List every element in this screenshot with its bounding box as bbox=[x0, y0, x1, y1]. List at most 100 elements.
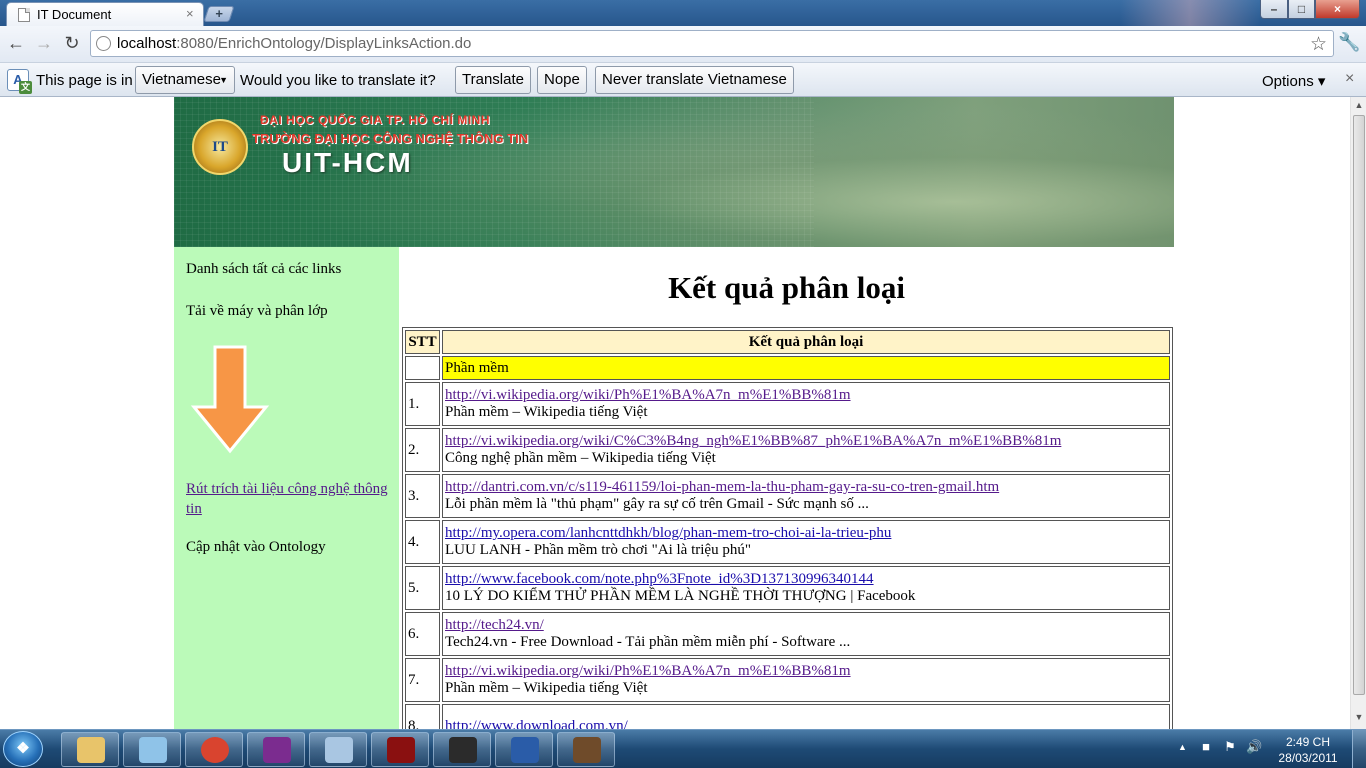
row-result: http://my.opera.com/lanhcnttdhkh/blog/ph… bbox=[442, 520, 1170, 564]
row-number: 1. bbox=[405, 382, 440, 426]
tray-volume-icon[interactable]: 🔊 bbox=[1246, 739, 1262, 755]
clock-date[interactable]: 28/03/2011 bbox=[1276, 751, 1340, 765]
row-result: http://vi.wikipedia.org/wiki/C%C3%B4ng_n… bbox=[442, 428, 1170, 472]
crown-app-icon bbox=[573, 737, 601, 763]
result-description: Phần mềm – Wikipedia tiếng Việt bbox=[445, 404, 648, 420]
translate-infobar: A This page is in Vietnamese ▼ Would you… bbox=[0, 62, 1366, 97]
solitaire-taskbar-button[interactable] bbox=[433, 732, 491, 767]
browser-toolbar: ← → ↻ localhost:8080/EnrichOntology/Disp… bbox=[0, 26, 1366, 62]
url-host: localhost bbox=[117, 35, 177, 52]
chrome-taskbar-button[interactable] bbox=[185, 732, 243, 767]
close-window-button[interactable]: × bbox=[1315, 0, 1360, 19]
wrench-icon[interactable]: 🔧 bbox=[1338, 32, 1360, 53]
scroll-up-icon[interactable]: ▲ bbox=[1351, 97, 1366, 113]
page-icon bbox=[18, 8, 30, 22]
maximize-icon: □ bbox=[1297, 2, 1306, 16]
result-description: Công nghệ phần mềm – Wikipedia tiếng Việ… bbox=[445, 450, 716, 466]
nope-button[interactable]: Nope bbox=[537, 66, 587, 94]
explorer-icon bbox=[77, 737, 105, 763]
language-value: Vietnamese bbox=[142, 71, 221, 88]
explorer-taskbar-button[interactable] bbox=[61, 732, 119, 767]
never-translate-button[interactable]: Never translate Vietnamese bbox=[595, 66, 794, 94]
sidebar: Danh sách tất cả các links Tải về máy và… bbox=[174, 247, 399, 729]
row-result: http://vi.wikipedia.org/wiki/Ph%E1%BA%A7… bbox=[442, 658, 1170, 702]
col-result-header: Kết quả phân loại bbox=[442, 330, 1170, 354]
translate-prefix: This page is in bbox=[36, 72, 133, 89]
table-row: 4. http://my.opera.com/lanhcnttdhkh/blog/… bbox=[405, 520, 1170, 564]
scroll-down-icon[interactable]: ▼ bbox=[1351, 709, 1366, 725]
word-taskbar-button[interactable] bbox=[495, 732, 553, 767]
sidebar-item-all-links[interactable]: Danh sách tất cả các links bbox=[186, 261, 341, 278]
yahoo-messenger-taskbar-button[interactable] bbox=[247, 732, 305, 767]
game-taskbar-button[interactable] bbox=[371, 732, 429, 767]
crown-app-taskbar-button[interactable] bbox=[557, 732, 615, 767]
tray-expand-icon[interactable]: ▲ bbox=[1178, 742, 1187, 752]
show-desktop-button[interactable] bbox=[1352, 730, 1366, 768]
virtualbox-taskbar-button[interactable] bbox=[309, 732, 367, 767]
new-tab-button[interactable]: + bbox=[203, 6, 235, 22]
game-icon bbox=[387, 737, 415, 763]
notepad-taskbar-button[interactable] bbox=[123, 732, 181, 767]
table-row: 5. http://www.facebook.com/note.php%3Fnot… bbox=[405, 566, 1170, 610]
language-select[interactable]: Vietnamese ▼ bbox=[135, 66, 235, 94]
maximize-button[interactable]: □ bbox=[1288, 0, 1315, 19]
result-link[interactable]: http://vi.wikipedia.org/wiki/C%C3%B4ng_n… bbox=[445, 433, 1061, 449]
translate-icon: A bbox=[7, 69, 32, 94]
result-link[interactable]: http://vi.wikipedia.org/wiki/Ph%E1%BA%A7… bbox=[445, 663, 851, 679]
category-stt-cell bbox=[405, 356, 440, 380]
clock-time[interactable]: 2:49 CH bbox=[1276, 735, 1340, 749]
reload-icon[interactable]: ↻ bbox=[60, 32, 84, 56]
browser-tab[interactable]: IT Document × bbox=[6, 2, 204, 26]
result-description: Tech24.vn - Free Download - Tải phần mềm… bbox=[445, 634, 851, 650]
sidebar-item-download[interactable]: Tải về máy và phân lớp bbox=[186, 303, 328, 320]
sidebar-item-update-ontology[interactable]: Cập nhật vào Ontology bbox=[186, 539, 326, 556]
url-path: :8080/EnrichOntology/DisplayLinksAction.… bbox=[176, 35, 472, 52]
row-number: 6. bbox=[405, 612, 440, 656]
result-description: Phần mềm – Wikipedia tiếng Việt bbox=[445, 680, 648, 696]
tray-app-icon[interactable]: ■ bbox=[1198, 739, 1214, 755]
chrome-icon bbox=[201, 737, 229, 763]
category-name: Phần mềm bbox=[442, 356, 1170, 380]
sidebar-link-extract[interactable]: Rút trích tài liệu công nghệ thông tin bbox=[186, 479, 396, 519]
page-title: Kết quả phân loại bbox=[668, 270, 905, 305]
row-number: 8. bbox=[405, 704, 440, 729]
table-row: 6. http://tech24.vn/ Tech24.vn - Free Dow… bbox=[405, 612, 1170, 656]
col-stt-header: STT bbox=[405, 330, 440, 354]
table-header-row: STT Kết quả phân loại bbox=[405, 330, 1170, 354]
close-infobar-icon[interactable]: × bbox=[1345, 70, 1354, 88]
options-menu[interactable]: Options ▾ bbox=[1262, 72, 1325, 90]
tray-flag-icon[interactable]: ⚑ bbox=[1222, 739, 1238, 755]
minimize-button[interactable]: – bbox=[1260, 0, 1288, 19]
row-result: http://www.download.com.vn/ bbox=[442, 704, 1170, 729]
result-link[interactable]: http://tech24.vn/ bbox=[445, 617, 544, 633]
star-icon[interactable]: ☆ bbox=[1310, 33, 1327, 56]
row-result: http://www.facebook.com/note.php%3Fnote_… bbox=[442, 566, 1170, 610]
windows-logo-icon: ❖ bbox=[16, 740, 30, 757]
result-link[interactable]: http://my.opera.com/lanhcnttdhkh/blog/ph… bbox=[445, 525, 891, 541]
tab-close-icon[interactable]: × bbox=[186, 6, 194, 21]
table-row: 3. http://dantri.com.vn/c/s119-461159/loi… bbox=[405, 474, 1170, 518]
result-description: 10 LÝ DO KIỂM THỬ PHẦN MỀM LÀ NGHỀ THỜI … bbox=[445, 588, 916, 604]
scroll-thumb[interactable] bbox=[1353, 115, 1365, 695]
word-icon bbox=[511, 737, 539, 763]
solitaire-icon bbox=[449, 737, 477, 763]
table-row: 7. http://vi.wikipedia.org/wiki/Ph%E1%BA%… bbox=[405, 658, 1170, 702]
forward-icon[interactable]: → bbox=[32, 32, 56, 56]
main-content: Kết quả phân loại STT Kết quả phân loại … bbox=[399, 247, 1174, 729]
result-link[interactable]: http://www.download.com.vn/ bbox=[445, 718, 628, 730]
tab-title: IT Document bbox=[37, 7, 112, 22]
translate-button[interactable]: Translate bbox=[455, 66, 531, 94]
result-link[interactable]: http://www.facebook.com/note.php%3Fnote_… bbox=[445, 571, 874, 587]
minimize-icon: – bbox=[1270, 2, 1278, 16]
window-titlebar: IT Document × + – □ × bbox=[0, 0, 1366, 26]
back-icon[interactable]: ← bbox=[4, 32, 28, 56]
close-icon: × bbox=[1333, 2, 1341, 16]
plus-icon: + bbox=[215, 6, 223, 21]
vertical-scrollbar[interactable]: ▲ ▼ bbox=[1350, 97, 1366, 729]
result-link[interactable]: http://vi.wikipedia.org/wiki/Ph%E1%BA%A7… bbox=[445, 387, 851, 403]
row-result: http://tech24.vn/ Tech24.vn - Free Downl… bbox=[442, 612, 1170, 656]
start-button[interactable]: ❖ bbox=[3, 731, 43, 767]
url-text[interactable]: localhost:8080/EnrichOntology/DisplayLin… bbox=[117, 35, 471, 52]
address-bar[interactable]: localhost:8080/EnrichOntology/DisplayLin… bbox=[90, 30, 1334, 57]
result-link[interactable]: http://dantri.com.vn/c/s119-461159/loi-p… bbox=[445, 479, 999, 495]
